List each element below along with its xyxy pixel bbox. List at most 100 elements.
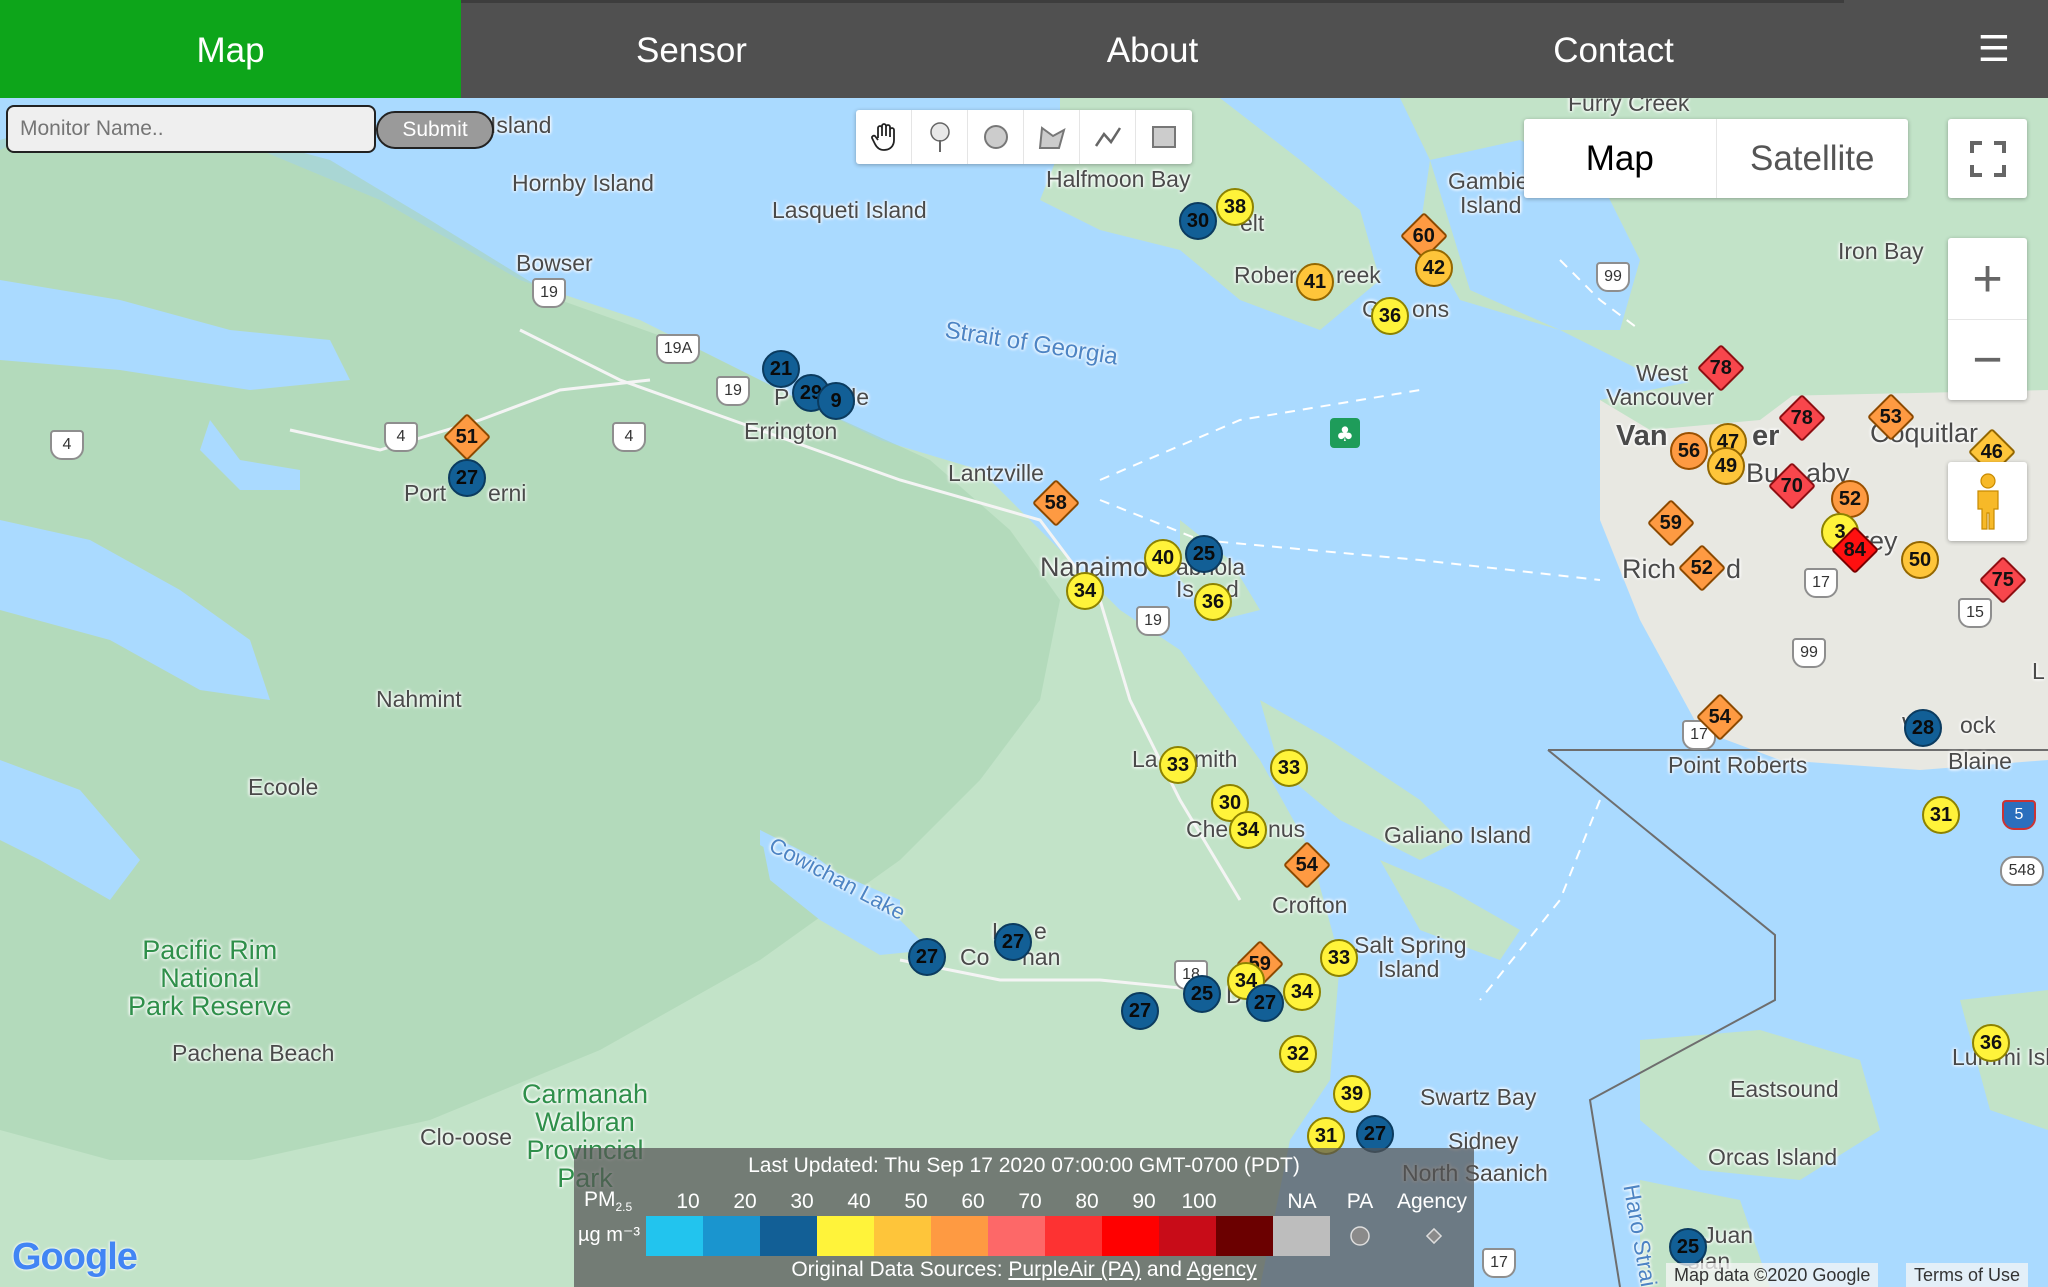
purpleair-sensor-marker[interactable]: 31 xyxy=(1922,796,1960,834)
purpleair-sensor-marker[interactable]: 25 xyxy=(1185,535,1223,573)
purpleair-sensor-marker[interactable]: 33 xyxy=(1270,749,1308,787)
purpleair-sensor-marker[interactable]: 42 xyxy=(1415,249,1453,287)
legend-tick: 30 xyxy=(790,1190,814,1213)
nav-tab-map[interactable]: Map xyxy=(0,0,461,98)
marker-value: 78 xyxy=(1790,406,1814,429)
purpleair-sensor-marker[interactable]: 38 xyxy=(1216,188,1254,226)
marker-value: 33 xyxy=(1277,756,1301,779)
hamburger-menu-icon[interactable]: ☰ xyxy=(1978,28,2010,70)
polyline-icon[interactable] xyxy=(1080,110,1136,164)
marker-value: 31 xyxy=(1929,803,1953,826)
place-label: Island xyxy=(490,112,552,138)
highway-shield: 19 xyxy=(716,376,750,406)
marker-value: 53 xyxy=(1879,405,1903,428)
legend-color-swatch xyxy=(1216,1216,1273,1256)
circle-icon[interactable] xyxy=(968,110,1024,164)
data-sources-text: Original Data Sources: PurpleAir (PA) an… xyxy=(574,1258,1474,1282)
purpleair-sensor-marker[interactable]: 27 xyxy=(448,459,486,497)
marker-value: 25 xyxy=(1676,1235,1700,1258)
purpleair-sensor-marker[interactable]: 36 xyxy=(1972,1024,2010,1062)
purpleair-sensor-marker[interactable]: 30 xyxy=(1179,202,1217,240)
purpleair-sensor-marker[interactable]: 28 xyxy=(1904,709,1942,747)
highway-shield: 4 xyxy=(384,422,418,452)
purpleair-sensor-marker[interactable]: 50 xyxy=(1901,541,1939,579)
legend-tick: 90 xyxy=(1132,1190,1156,1213)
purpleair-link[interactable]: PurpleAir (PA) xyxy=(1008,1258,1141,1281)
park-label-line: Carmanah xyxy=(522,1079,649,1109)
nav-tab-sensor[interactable]: Sensor xyxy=(461,0,922,98)
hand-icon[interactable] xyxy=(856,110,912,164)
purpleair-sensor-marker[interactable]: 32 xyxy=(1279,1035,1317,1073)
map-canvas[interactable]: ♣ Island Hornby Island Lasqueti Island H… xyxy=(0,98,2048,1287)
map-type-map-button[interactable]: Map xyxy=(1524,119,1717,198)
top-nav: Map Sensor About Contact ☰ xyxy=(0,0,2048,98)
agency-link[interactable]: Agency xyxy=(1187,1258,1257,1281)
submit-button[interactable]: Submit xyxy=(376,111,494,149)
legend-tick: 40 xyxy=(847,1190,871,1213)
legend-color-bar xyxy=(646,1216,1330,1256)
rectangle-icon[interactable] xyxy=(1136,110,1192,164)
street-view-pegman-icon[interactable] xyxy=(1948,462,2027,541)
highway-shield: 19 xyxy=(532,278,566,308)
marker-value: 34 xyxy=(1073,579,1097,602)
purpleair-sensor-marker[interactable]: 27 xyxy=(1246,984,1284,1022)
purpleair-sensor-marker[interactable]: 27 xyxy=(908,938,946,976)
purpleair-sensor-marker[interactable]: 27 xyxy=(994,923,1032,961)
purpleair-sensor-marker[interactable]: 34 xyxy=(1066,572,1104,610)
purpleair-sensor-marker[interactable]: 34 xyxy=(1283,973,1321,1011)
purpleair-sensor-marker[interactable]: 27 xyxy=(1121,992,1159,1030)
purpleair-sensor-marker[interactable]: 56 xyxy=(1670,432,1708,470)
marker-value: 36 xyxy=(1979,1031,2003,1054)
place-label: Swartz Bay xyxy=(1420,1084,1537,1110)
nav-tab-contact[interactable]: Contact xyxy=(1383,0,1844,98)
park-label-line: National xyxy=(160,963,260,993)
legend-color-swatch xyxy=(760,1216,817,1256)
zoom-out-button[interactable]: − xyxy=(1948,320,2027,400)
place-label: Orcas Island xyxy=(1708,1144,1838,1170)
marker-value: 34 xyxy=(1236,818,1260,841)
marker-icon[interactable] xyxy=(912,110,968,164)
marker-value: 52 xyxy=(1838,487,1862,510)
marker-value: 59 xyxy=(1659,511,1683,534)
place-label: Port xyxy=(404,480,447,506)
purpleair-sensor-marker[interactable]: 41 xyxy=(1296,263,1334,301)
place-label: Hornby Island xyxy=(512,170,654,196)
purpleair-sensor-marker[interactable]: 25 xyxy=(1183,975,1221,1013)
marker-value: 78 xyxy=(1709,356,1733,379)
purpleair-sensor-marker[interactable]: 33 xyxy=(1320,939,1358,977)
nav-tab-about[interactable]: About xyxy=(922,0,1383,98)
monitor-name-input[interactable] xyxy=(6,105,376,153)
map-type-satellite-button[interactable]: Satellite xyxy=(1717,119,1909,198)
map-data-attribution[interactable]: Map data ©2020 Google xyxy=(1666,1263,1879,1287)
fullscreen-icon[interactable] xyxy=(1948,119,2027,198)
purpleair-sensor-marker[interactable]: 40 xyxy=(1144,539,1182,577)
place-label: Bowser xyxy=(516,250,593,276)
place-label: e xyxy=(1034,918,1047,944)
purpleair-sensor-marker[interactable]: 25 xyxy=(1669,1228,1707,1266)
purpleair-sensor-marker[interactable]: 9 xyxy=(817,382,855,420)
marker-value: 49 xyxy=(1714,454,1738,477)
purpleair-sensor-marker[interactable]: 36 xyxy=(1194,583,1232,621)
marker-value: 58 xyxy=(1044,491,1068,514)
terms-of-use-link[interactable]: Terms of Use xyxy=(1906,1263,2029,1287)
place-label: Is xyxy=(1176,576,1194,602)
polygon-icon[interactable] xyxy=(1024,110,1080,164)
purpleair-sensor-marker[interactable]: 34 xyxy=(1229,811,1267,849)
place-label: Ecoole xyxy=(248,774,319,800)
marker-value: 75 xyxy=(1991,568,2015,591)
park-label-line: Park Reserve xyxy=(128,991,292,1021)
zoom-in-button[interactable]: + xyxy=(1948,239,2027,320)
marker-value: 27 xyxy=(1128,999,1152,1022)
purpleair-sensor-marker[interactable]: 36 xyxy=(1371,297,1409,335)
marker-value: 84 xyxy=(1843,538,1867,561)
legend-pm-sub: 2.5 xyxy=(615,1200,633,1215)
purpleair-sensor-marker[interactable]: 33 xyxy=(1159,746,1197,784)
place-label: Island xyxy=(1378,956,1440,982)
legend-color-swatch xyxy=(988,1216,1045,1256)
google-logo: Google xyxy=(12,1236,138,1278)
place-label: Gambier xyxy=(1448,168,1537,194)
purpleair-sensor-marker[interactable]: 49 xyxy=(1707,447,1745,485)
place-label: Halfmoon Bay xyxy=(1046,166,1191,192)
purpleair-sensor-marker[interactable]: 39 xyxy=(1333,1075,1371,1113)
place-label: nus xyxy=(1268,816,1306,842)
